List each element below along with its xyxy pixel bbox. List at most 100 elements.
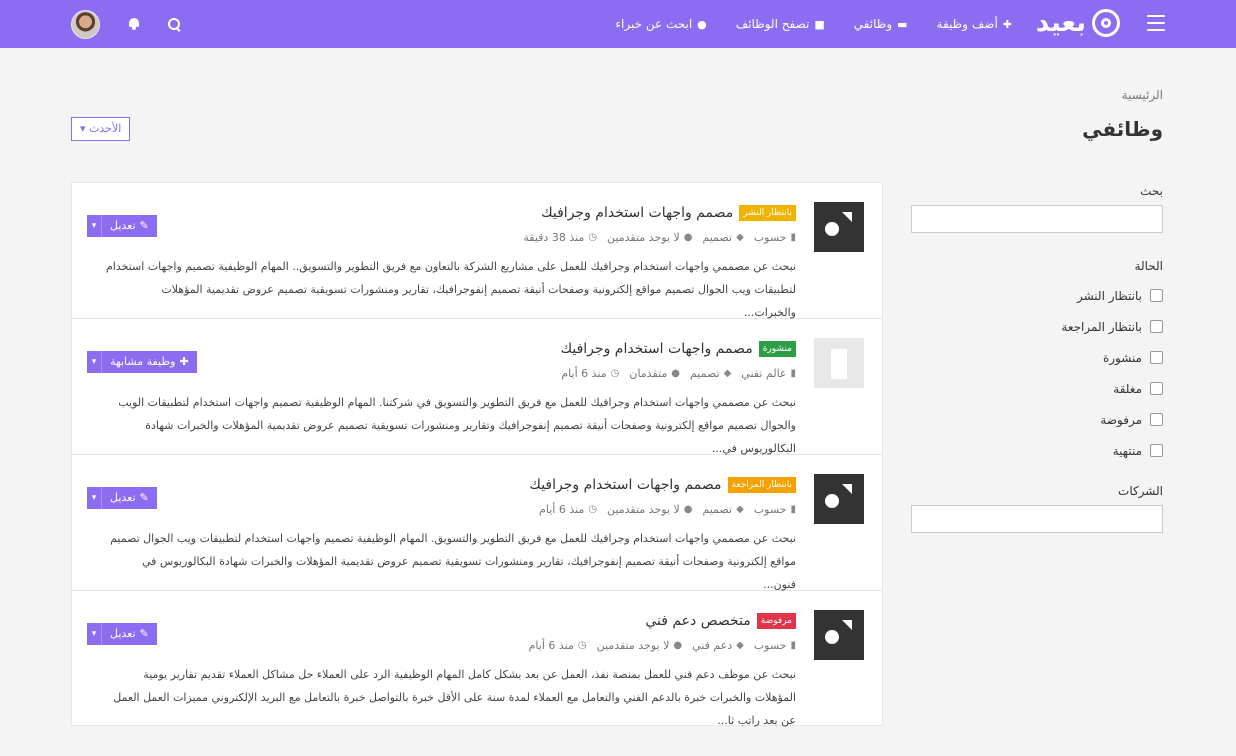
status-label: الحالة bbox=[1134, 259, 1163, 273]
edit-label: تعديل bbox=[110, 491, 136, 504]
nav-browse-jobs[interactable]: ■ تصفح الوظائف bbox=[736, 17, 825, 31]
edit-button[interactable]: ▾ ✎ تعديل bbox=[87, 623, 157, 645]
company-name[interactable]: حسوب bbox=[754, 231, 787, 244]
tags-icon: ◆ bbox=[723, 368, 732, 379]
company-logo[interactable] bbox=[814, 338, 864, 388]
company-logo[interactable] bbox=[814, 202, 864, 252]
sort-label: الأحدث bbox=[89, 122, 122, 135]
job-header: منشورة مصمم واجهات استخدام وجرافيك bbox=[561, 341, 796, 357]
search-label: بحث bbox=[1140, 184, 1163, 198]
status-badge: بانتظار النشر bbox=[739, 205, 796, 221]
edit-label: تعديل bbox=[110, 219, 136, 232]
chevron-down-icon: ▾ bbox=[80, 122, 86, 135]
status-label-text: بانتظار المراجعة bbox=[1061, 319, 1142, 334]
posted-time: منذ 6 أيام bbox=[528, 639, 574, 652]
checkbox[interactable] bbox=[1150, 289, 1163, 302]
checkbox[interactable] bbox=[1150, 413, 1163, 426]
nav-find-experts[interactable]: ● ابحث عن خبراء bbox=[615, 17, 706, 31]
status-label-text: منتهية bbox=[1112, 443, 1142, 458]
applicants: لا يوجد متقدمين bbox=[607, 231, 680, 244]
job-title[interactable]: مصمم واجهات استخدام وجرافيك bbox=[529, 477, 721, 493]
company-name[interactable]: حسوب bbox=[754, 503, 787, 516]
tags-icon: ◆ bbox=[736, 640, 744, 651]
building-icon: ▮ bbox=[790, 368, 796, 379]
status-pending-review[interactable]: بانتظار المراجعة bbox=[911, 311, 1163, 342]
status-pending-publish[interactable]: بانتظار النشر bbox=[911, 280, 1163, 311]
pencil-icon: ✎ bbox=[139, 219, 149, 232]
pencil-icon: ✎ bbox=[139, 627, 149, 640]
bell-icon[interactable] bbox=[128, 18, 140, 30]
edit-button[interactable]: ▾ ✎ تعديل bbox=[87, 487, 157, 509]
company-logo[interactable] bbox=[814, 610, 864, 660]
status-label-text: منشورة bbox=[1102, 350, 1142, 365]
job-meta: ▮ حسوب ◆ تصميم ● لا يوجد متقدمين ◷ منذ 6 أيا… bbox=[539, 503, 796, 516]
nav-add-job[interactable]: ✚ أضف وظيفة bbox=[937, 17, 1012, 31]
job-header: بانتظار المراجعة مصمم واجهات استخدام وجر… bbox=[529, 477, 796, 493]
plus-icon: ✚ bbox=[179, 355, 189, 368]
company-logo[interactable] bbox=[814, 474, 864, 524]
chevron-down-icon[interactable]: ▾ bbox=[87, 487, 102, 509]
job-title[interactable]: مصمم واجهات استخدام وجرافيك bbox=[541, 205, 733, 221]
plus-icon: ✚ bbox=[1002, 17, 1012, 31]
nav-browse-jobs-label: تصفح الوظائف bbox=[735, 17, 810, 31]
chevron-down-icon[interactable]: ▾ bbox=[87, 215, 102, 237]
sort-dropdown-button[interactable]: الأحدث ▾ bbox=[71, 117, 131, 141]
breadcrumb[interactable]: الرئيسية bbox=[1122, 88, 1163, 102]
job-title[interactable]: متخصص دعم فني bbox=[645, 613, 750, 629]
logo[interactable]: بعيد bbox=[1036, 9, 1120, 37]
edit-label: تعديل bbox=[110, 627, 136, 640]
posted-time: منذ 38 دقيقة bbox=[523, 231, 585, 244]
status-badge: منشورة bbox=[758, 341, 796, 357]
checkbox[interactable] bbox=[1150, 320, 1163, 333]
companies-label: الشركات bbox=[1118, 484, 1163, 498]
posted-time: منذ 6 أيام bbox=[539, 503, 585, 516]
job-card: مرفوضة متخصص دعم فني ▮ حسوب ◆ دعم فني ● لا … bbox=[72, 591, 882, 727]
clock-icon: ◷ bbox=[610, 368, 620, 379]
job-card: بانتظار النشر مصمم واجهات استخدام وجرافي… bbox=[72, 183, 882, 319]
status-label-text: بانتظار النشر bbox=[1076, 288, 1142, 303]
building-icon: ▮ bbox=[790, 504, 796, 515]
filters-sidebar: بحث الحالة بانتظار النشر بانتظار المراجع… bbox=[911, 184, 1163, 559]
page-title: وظائفي bbox=[1082, 117, 1163, 141]
edit-button[interactable]: ▾ ✎ تعديل bbox=[87, 215, 157, 237]
checkbox[interactable] bbox=[1150, 351, 1163, 364]
status-expired[interactable]: منتهية bbox=[911, 435, 1163, 466]
search-input[interactable] bbox=[911, 205, 1163, 233]
job-title[interactable]: مصمم واجهات استخدام وجرافيك bbox=[561, 341, 753, 357]
chevron-down-icon[interactable]: ▾ bbox=[87, 351, 102, 373]
job-header: مرفوضة متخصص دعم فني bbox=[645, 613, 796, 629]
job-description: نبحث عن مصممي واجهات استخدام وجرافيك للع… bbox=[105, 260, 796, 319]
applicants: لا يوجد متقدمين bbox=[607, 503, 680, 516]
avatar[interactable] bbox=[71, 9, 100, 39]
applicants: متقدمان bbox=[629, 367, 668, 380]
checkbox[interactable] bbox=[1150, 382, 1163, 395]
job-category: تصميم bbox=[689, 367, 720, 380]
building-icon: ▮ bbox=[790, 232, 796, 243]
similar-job-button[interactable]: ▾ ✚ وظيفة مشابهة bbox=[87, 351, 197, 373]
company-name[interactable]: عالم تقني bbox=[741, 367, 786, 380]
logo-mark-icon bbox=[1092, 9, 1120, 37]
chevron-down-icon[interactable]: ▾ bbox=[87, 623, 102, 645]
status-closed[interactable]: مغلقة bbox=[911, 373, 1163, 404]
nav-my-jobs[interactable]: ▬ وظائفي bbox=[854, 17, 908, 31]
users-icon: ● bbox=[671, 368, 680, 379]
nav-add-job-label: أضف وظيفة bbox=[936, 17, 998, 31]
job-meta: ▮ حسوب ◆ دعم فني ● لا يوجد متقدمين ◷ منذ 6 أ… bbox=[529, 639, 796, 652]
menu-icon[interactable] bbox=[1147, 15, 1165, 31]
companies-input[interactable] bbox=[911, 505, 1163, 533]
job-description: نبحث عن مصممي واجهات استخدام وجرافيك للع… bbox=[118, 396, 796, 455]
job-category: تصميم bbox=[702, 503, 733, 516]
status-rejected[interactable]: مرفوضة bbox=[911, 404, 1163, 435]
job-category: تصميم bbox=[702, 231, 733, 244]
checkbox[interactable] bbox=[1150, 444, 1163, 457]
search-icon[interactable] bbox=[168, 17, 181, 31]
status-list: بانتظار النشر بانتظار المراجعة منشورة مغ… bbox=[911, 280, 1163, 466]
tags-icon: ◆ bbox=[736, 504, 744, 515]
users-icon: ● bbox=[683, 232, 693, 243]
posted-time: منذ 6 أيام bbox=[561, 367, 607, 380]
status-badge: بانتظار المراجعة bbox=[727, 477, 796, 493]
company-name[interactable]: حسوب bbox=[754, 639, 787, 652]
status-published[interactable]: منشورة bbox=[911, 342, 1163, 373]
job-meta: ▮ حسوب ◆ تصميم ● لا يوجد متقدمين ◷ منذ 38 دق… bbox=[523, 231, 796, 244]
status-badge: مرفوضة bbox=[756, 613, 796, 629]
